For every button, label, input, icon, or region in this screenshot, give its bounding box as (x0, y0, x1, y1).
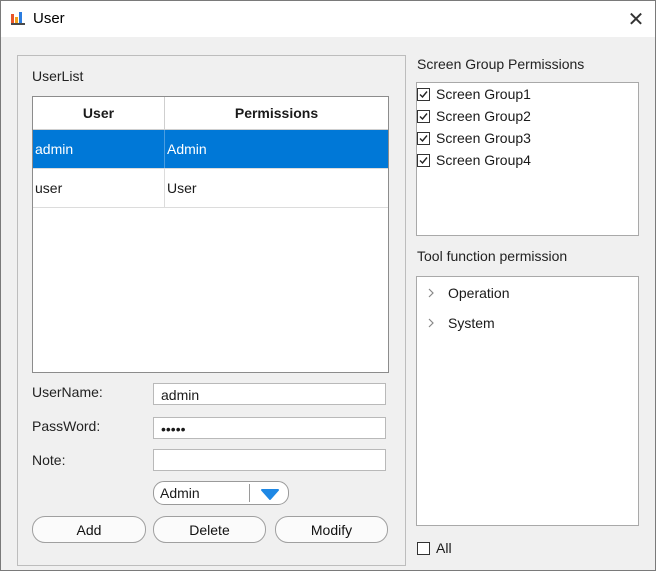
tool-function-label: Tool function permission (417, 248, 568, 264)
screen-group-label: Screen Group Permissions (417, 56, 585, 72)
screen-group-label-text: Screen Group2 (436, 108, 531, 124)
tree-item-label: System (448, 315, 495, 331)
table-row[interactable]: user User (33, 169, 388, 208)
tree-item-system[interactable]: System (425, 313, 495, 333)
column-header-permissions[interactable]: Permissions (165, 97, 388, 130)
screen-group-item[interactable]: Screen Group1 (417, 84, 531, 104)
username-label: UserName: (32, 384, 103, 400)
delete-button[interactable]: Delete (153, 516, 266, 543)
screen-group-item[interactable]: Screen Group4 (417, 150, 531, 170)
app-icon (11, 12, 25, 25)
role-select[interactable]: Admin (153, 481, 289, 505)
user-table[interactable]: User Permissions admin Admin user User (32, 96, 389, 373)
tree-item-operation[interactable]: Operation (425, 283, 509, 303)
cell-permission: User (167, 180, 197, 196)
note-label: Note: (32, 452, 66, 468)
username-input[interactable]: admin (153, 383, 386, 405)
screen-group-label-text: Screen Group3 (436, 130, 531, 146)
password-label: PassWord: (32, 418, 101, 434)
cell-user: user (33, 169, 165, 207)
checkbox-unchecked-icon[interactable] (417, 541, 430, 555)
column-header-user[interactable]: User (33, 97, 165, 130)
cell-user: admin (33, 130, 165, 168)
chevron-right-icon[interactable] (425, 287, 437, 299)
window-title: User (33, 10, 65, 27)
close-icon[interactable]: ✕ (623, 6, 649, 32)
checkbox-checked-icon[interactable] (417, 153, 430, 167)
checkbox-checked-icon[interactable] (417, 131, 430, 145)
table-row[interactable]: admin Admin (33, 130, 388, 169)
screen-group-label-text: Screen Group1 (436, 86, 531, 102)
combo-divider (249, 484, 250, 502)
userlist-label: UserList (32, 68, 84, 84)
screen-group-item[interactable]: Screen Group2 (417, 106, 531, 126)
cell-permission: Admin (167, 141, 207, 157)
checkbox-checked-icon[interactable] (417, 109, 430, 123)
role-select-value: Admin (160, 485, 200, 501)
add-button[interactable]: Add (32, 516, 146, 543)
screen-group-item[interactable]: Screen Group3 (417, 128, 531, 148)
all-checkbox-row[interactable]: All (417, 538, 452, 558)
password-input[interactable]: ••••• (153, 417, 386, 439)
chevron-right-icon[interactable] (425, 317, 437, 329)
screen-group-label-text: Screen Group4 (436, 152, 531, 168)
all-label: All (436, 540, 452, 556)
note-input[interactable] (153, 449, 386, 471)
modify-button[interactable]: Modify (275, 516, 388, 543)
dropdown-arrow-icon[interactable] (260, 487, 280, 501)
tree-item-label: Operation (448, 285, 510, 301)
title-bar: User ✕ (1, 1, 655, 37)
checkbox-checked-icon[interactable] (417, 87, 430, 101)
